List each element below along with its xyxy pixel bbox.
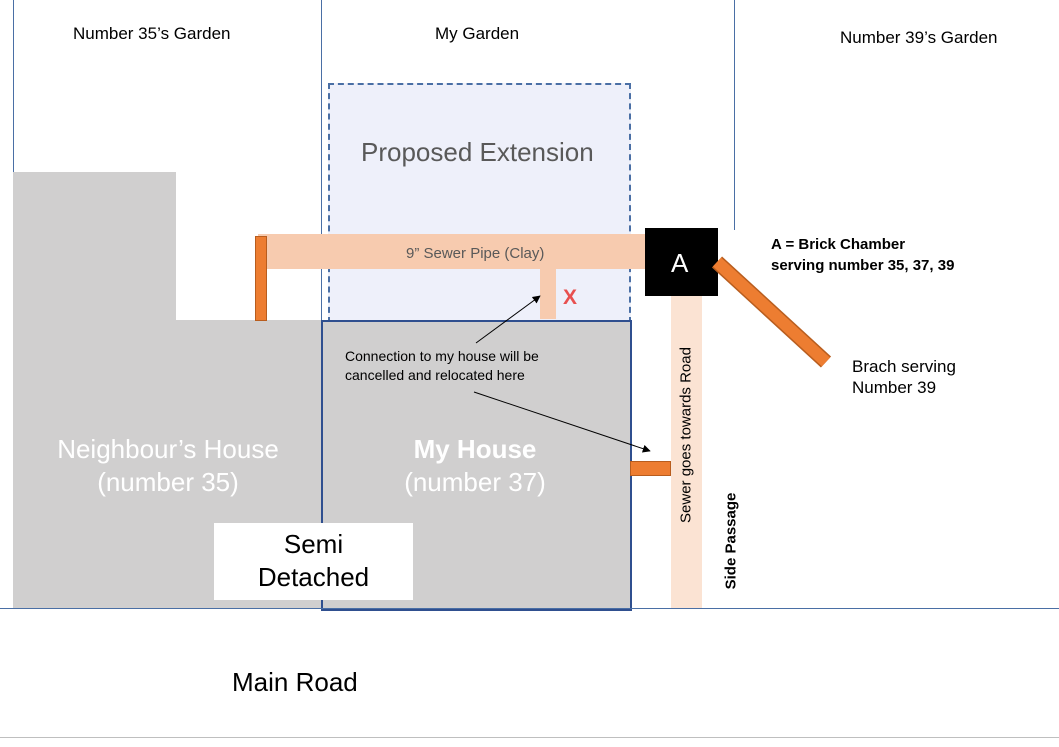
- semi-detached-line2: Detached: [257, 562, 370, 592]
- road-edge-bottom: [0, 737, 1059, 738]
- semi-detached-line1: Semi: [283, 529, 344, 559]
- neighbour-house-label: Neighbour’s House (number 35): [23, 433, 313, 499]
- diagram-overlay: [473, 256, 832, 453]
- my-house-name: My House: [413, 434, 537, 464]
- relocation-note-line1: Connection to my house will be: [345, 348, 539, 364]
- relocation-note-line2: cancelled and relocated here: [345, 367, 525, 383]
- side-passage-label: Side Passage: [722, 492, 740, 590]
- main-road-label: Main Road: [232, 667, 358, 697]
- neighbour-house-name: Neighbour’s House: [57, 434, 279, 464]
- semi-detached-box: Semi Detached: [214, 523, 413, 600]
- my-house-number: (number 37): [404, 467, 546, 497]
- neighbour-house-number: (number 35): [97, 467, 239, 497]
- road-edge-top: [0, 608, 1059, 609]
- arrow-to-cancelled-connection: [475, 295, 541, 344]
- branch-pipe-39: [711, 256, 832, 368]
- my-house-label: My House (number 37): [330, 433, 620, 499]
